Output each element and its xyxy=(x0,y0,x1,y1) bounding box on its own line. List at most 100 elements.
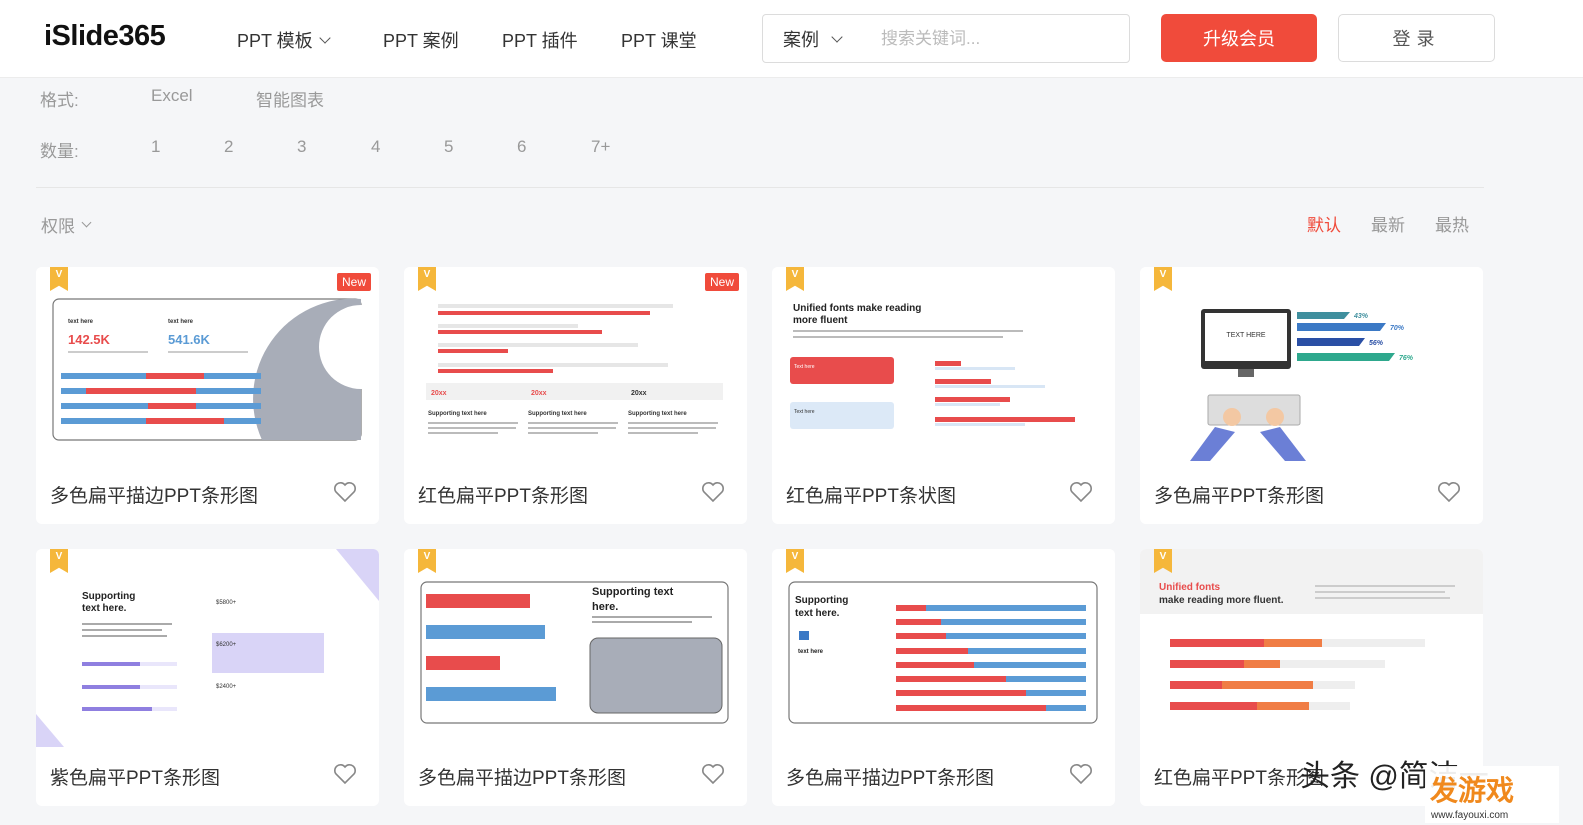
heart-icon[interactable] xyxy=(701,763,725,785)
search-input[interactable] xyxy=(881,28,1111,49)
heart-icon[interactable] xyxy=(1069,763,1093,785)
heart-icon[interactable] xyxy=(333,763,357,785)
count-option-2[interactable]: 2 xyxy=(224,137,233,157)
card-title[interactable]: 多色扁平PPT条形图 xyxy=(1154,481,1324,508)
card-title[interactable]: 多色扁平描边PPT条形图 xyxy=(418,763,626,790)
template-card[interactable]: V Supporting text here. $5800+ $6200+ $2… xyxy=(36,549,379,806)
card-thumbnail[interactable]: V Unified fonts make reading more fluent… xyxy=(772,267,1115,465)
nav-label: PPT 插件 xyxy=(502,31,578,51)
card-thumbnail[interactable]: V New 20xx 20xx 20xx Supporting text her… xyxy=(404,267,747,465)
card-thumbnail[interactable]: V Supporting text here. text here xyxy=(772,549,1115,747)
thumb-pct-2: 70% xyxy=(1390,325,1405,332)
thumb-pct-1: 43% xyxy=(1353,313,1369,320)
thumb-text-1: text here xyxy=(68,319,94,325)
permission-label: 权限 xyxy=(41,217,75,236)
nav-ppt-class[interactable]: PPT 课堂 xyxy=(621,27,697,53)
thumb-money-1: $5800+ xyxy=(216,600,237,606)
format-option-excel[interactable]: Excel xyxy=(151,86,193,106)
template-card[interactable]: V TEXT HERE 43% 70% 56% 76% 多色扁平PPT条形图 xyxy=(1140,267,1483,524)
thumb-money-2: $6200+ xyxy=(216,642,237,648)
thumbnail-graphic: Supporting text here. $5800+ $6200+ $240… xyxy=(36,549,379,747)
sort-default[interactable]: 默认 xyxy=(1307,211,1341,236)
card-thumbnail[interactable]: V Supporting text here. xyxy=(404,549,747,747)
divider xyxy=(36,187,1484,188)
count-filter-label: 数量: xyxy=(40,142,79,161)
search-type-label: 案例 xyxy=(783,29,819,50)
format-option-smart-chart[interactable]: 智能图表 xyxy=(256,86,324,111)
thumbnail-graphic: Supporting text here. text here xyxy=(788,581,1098,724)
thumb-value-1: 142.5K xyxy=(68,332,111,347)
thumb-heading-1: Supporting text xyxy=(592,586,674,598)
count-option-6[interactable]: 6 xyxy=(517,137,526,157)
card-title[interactable]: 红色扁平PPT条状图 xyxy=(786,481,956,508)
thumb-support-1: Supporting text here xyxy=(428,411,487,417)
upgrade-member-button[interactable]: 升级会员 xyxy=(1161,14,1317,62)
thumb-pct-3: 56% xyxy=(1369,340,1384,347)
count-option-1[interactable]: 1 xyxy=(151,137,160,157)
nav-ppt-cases[interactable]: PPT 案例 xyxy=(383,27,459,53)
thumb-heading-2: more fluent xyxy=(793,315,848,326)
thumbnail-graphic: Supporting text here. xyxy=(420,581,729,724)
heart-icon[interactable] xyxy=(1437,481,1461,503)
thumb-box-1: Text here xyxy=(794,364,815,370)
nav-label: PPT 课堂 xyxy=(621,31,697,51)
card-thumbnail[interactable]: V Supporting text here. $5800+ $6200+ $2… xyxy=(36,549,379,747)
thumbnail-graphic: Unified fonts make reading more fluent T… xyxy=(790,303,1075,429)
nav-label: PPT 模板 xyxy=(237,31,313,51)
sort-hottest[interactable]: 最热 xyxy=(1435,211,1469,236)
thumb-col-1: 20xx xyxy=(431,390,447,397)
permission-dropdown[interactable]: 权限 xyxy=(41,212,92,237)
new-badge: New xyxy=(704,273,739,291)
count-option-3[interactable]: 3 xyxy=(297,137,306,157)
thumb-text-2: text here xyxy=(168,319,194,325)
sort-newest[interactable]: 最新 xyxy=(1371,211,1405,236)
count-option-4[interactable]: 4 xyxy=(371,137,380,157)
format-filter-label: 格式: xyxy=(40,91,79,110)
nav-label: PPT 案例 xyxy=(383,31,459,51)
heart-icon[interactable] xyxy=(1069,481,1093,503)
search-type-select[interactable]: 案例 xyxy=(763,26,881,52)
search-box: 案例 xyxy=(762,14,1130,63)
thumb-heading-2: text here. xyxy=(795,608,840,619)
template-card[interactable]: V New text here text here 142.5K 541.6K … xyxy=(36,267,379,524)
template-card[interactable]: V Supporting text here. 多色扁平描边PPT条形图 xyxy=(404,549,747,806)
card-thumbnail[interactable]: V Unified fonts make reading more fluent… xyxy=(1140,549,1483,747)
thumb-heading-2: here. xyxy=(592,601,618,613)
chevron-down-icon xyxy=(831,30,843,43)
template-card[interactable]: V Supporting text here. text here 多色扁平描边… xyxy=(772,549,1115,806)
card-title[interactable]: 多色扁平描边PPT条形图 xyxy=(50,481,258,508)
thumb-text: text here xyxy=(798,649,824,655)
chevron-down-icon xyxy=(319,32,331,44)
thumb-screen-text: TEXT HERE xyxy=(1226,332,1265,339)
watermark: 头条 @简洁一 发游戏 www.fayouxi.com xyxy=(1300,760,1559,823)
watermark-brand: 发游戏 xyxy=(1429,774,1514,806)
count-option-5[interactable]: 5 xyxy=(444,137,453,157)
thumb-heading-1: Unified fonts make reading xyxy=(793,303,921,314)
card-thumbnail[interactable]: V TEXT HERE 43% 70% 56% 76% xyxy=(1140,267,1483,465)
thumb-pct-4: 76% xyxy=(1399,355,1414,362)
nav-ppt-plugins[interactable]: PPT 插件 xyxy=(502,27,578,53)
thumb-col-2: 20xx xyxy=(531,390,547,397)
thumbnail-graphic: TEXT HERE 43% 70% 56% 76% xyxy=(1190,309,1414,461)
thumbnail-graphic: Unified fonts make reading more fluent. xyxy=(1140,549,1483,710)
template-card[interactable]: V Unified fonts make reading more fluent… xyxy=(772,267,1115,524)
card-title[interactable]: 红色扁平PPT条形图 xyxy=(418,481,588,508)
card-title[interactable]: 红色扁平PPT条形图 xyxy=(1154,763,1324,790)
card-title[interactable]: 多色扁平描边PPT条形图 xyxy=(786,763,994,790)
count-option-7plus[interactable]: 7+ xyxy=(591,137,610,157)
thumb-money-3: $2400+ xyxy=(216,684,237,690)
thumbnail-graphic: text here text here 142.5K 541.6K xyxy=(52,298,379,441)
card-title[interactable]: 紫色扁平PPT条形图 xyxy=(50,763,220,790)
heart-icon[interactable] xyxy=(333,481,357,503)
logo[interactable]: iSlide365 xyxy=(44,20,166,53)
new-badge: New xyxy=(336,273,371,291)
nav-ppt-templates[interactable]: PPT 模板 xyxy=(237,27,331,53)
thumb-support-3: Supporting text here xyxy=(628,411,687,417)
card-thumbnail[interactable]: V New text here text here 142.5K 541.6K xyxy=(36,267,379,465)
heart-icon[interactable] xyxy=(701,481,725,503)
template-card[interactable]: V New 20xx 20xx 20xx Supporting text her… xyxy=(404,267,747,524)
thumb-support-2: Supporting text here xyxy=(528,411,587,417)
thumbnail-graphic: 20xx 20xx 20xx Supporting text here Supp… xyxy=(426,304,723,434)
thumb-heading-1: Unified fonts xyxy=(1159,582,1221,593)
login-button[interactable]: 登录 xyxy=(1338,14,1495,62)
